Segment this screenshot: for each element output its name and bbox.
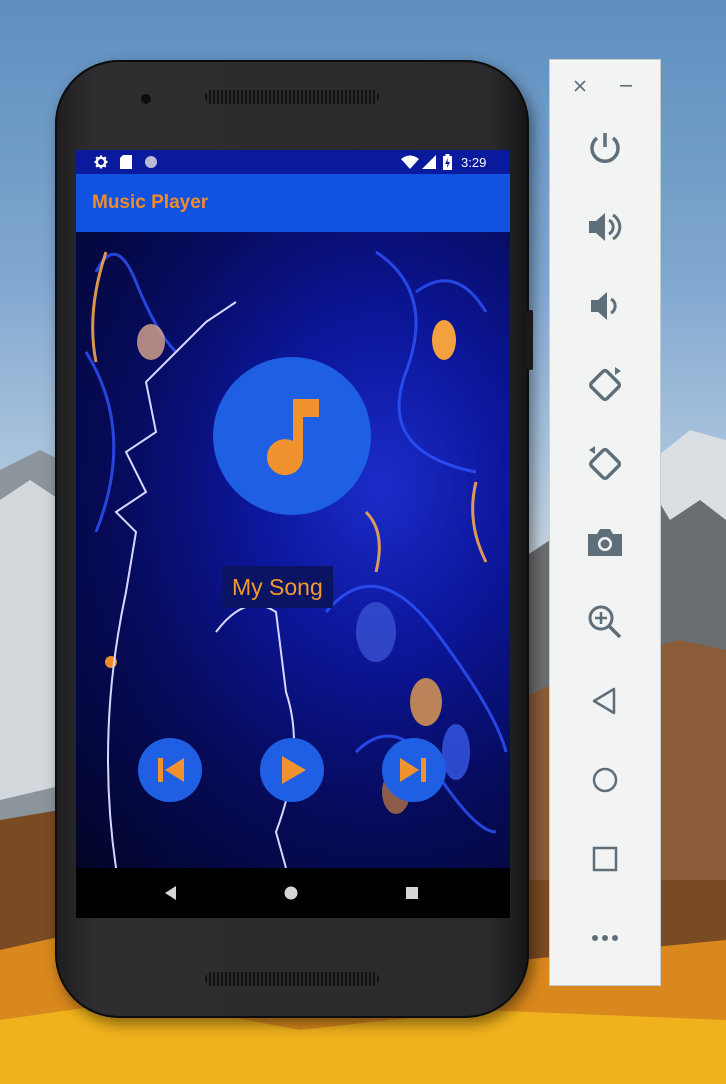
phone-side-button[interactable]	[527, 310, 533, 370]
emulator-overview-button[interactable]	[550, 837, 660, 877]
emulator-home-button[interactable]	[550, 758, 660, 798]
app-bar: Music Player	[76, 174, 510, 232]
battery-icon	[443, 154, 452, 170]
zoom-button[interactable]	[550, 600, 660, 640]
earpiece-speaker	[205, 90, 379, 104]
phone-screen: 3:29 Music Player My Song	[76, 150, 510, 918]
rotate-left-button[interactable]	[550, 363, 660, 403]
close-icon[interactable]	[574, 80, 586, 92]
volume-up-button[interactable]	[550, 205, 660, 245]
status-time: 3:29	[461, 155, 487, 170]
recents-icon[interactable]	[406, 887, 418, 899]
volume-down-button[interactable]	[550, 284, 660, 324]
bottom-speaker	[205, 972, 379, 986]
album-artwork	[213, 357, 371, 515]
sd-card-icon	[120, 155, 132, 169]
home-icon	[592, 767, 618, 793]
rotate-right-button[interactable]	[550, 442, 660, 482]
camera-icon	[588, 529, 622, 556]
power-icon	[590, 133, 620, 163]
music-note-icon	[267, 399, 319, 476]
screenshot-button[interactable]	[550, 521, 660, 561]
home-icon[interactable]	[284, 886, 298, 900]
back-icon	[592, 687, 616, 715]
play-button[interactable]	[260, 738, 324, 802]
emulator-back-button[interactable]	[550, 679, 660, 719]
settings-icon	[94, 155, 108, 169]
wifi-icon	[401, 155, 419, 169]
front-camera	[141, 94, 151, 104]
more-button[interactable]	[550, 916, 660, 956]
minimize-icon[interactable]	[620, 85, 632, 87]
volume-down-icon	[591, 292, 617, 320]
zoom-icon	[588, 605, 622, 639]
skip-previous-icon	[158, 758, 184, 782]
previous-button[interactable]	[138, 738, 202, 802]
rotate-right-icon	[588, 446, 622, 481]
signal-icon	[422, 155, 436, 169]
navigation-bar	[76, 868, 510, 918]
status-bar: 3:29	[76, 150, 510, 174]
overview-icon	[592, 846, 618, 872]
next-button[interactable]	[382, 738, 446, 802]
back-icon[interactable]	[164, 886, 178, 900]
song-title: My Song	[222, 566, 333, 608]
power-button[interactable]	[550, 126, 660, 166]
circle-notification-icon	[145, 156, 157, 168]
more-icon	[592, 935, 618, 941]
volume-up-icon	[589, 213, 622, 241]
play-icon	[282, 756, 306, 784]
emulator-toolbar	[549, 59, 661, 986]
player-content: My Song	[76, 232, 510, 868]
app-title: Music Player	[92, 192, 209, 213]
skip-next-icon	[400, 758, 426, 782]
rotate-left-icon	[588, 367, 622, 402]
phone-device: 3:29 Music Player My Song	[55, 60, 533, 1018]
